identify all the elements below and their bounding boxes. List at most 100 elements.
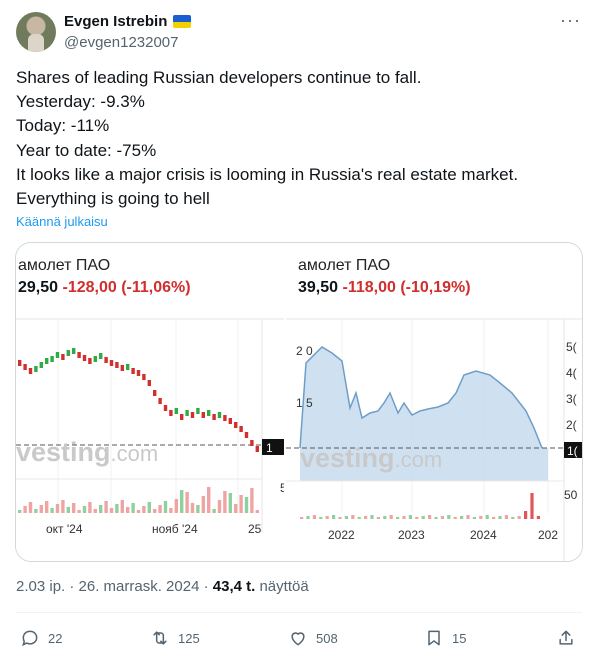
tweet-timestamp[interactable]: 2.03 ip. · 26. marrask. 2024 · xyxy=(16,578,209,595)
volume-bar xyxy=(351,515,355,519)
volume-bar xyxy=(472,517,476,519)
heart-icon xyxy=(291,632,305,646)
volume-bar xyxy=(312,515,316,519)
volume-bar xyxy=(383,516,387,519)
volume-bar xyxy=(180,490,184,513)
bookmark-button[interactable]: 15 xyxy=(424,622,466,654)
candle xyxy=(136,370,141,376)
author-name[interactable]: Evgen Istrebin xyxy=(64,13,192,30)
volume-bar xyxy=(536,516,540,519)
tweet-line: Everything is going to hell xyxy=(16,189,210,209)
volume-bar xyxy=(239,495,243,513)
like-button[interactable]: 508 xyxy=(288,622,338,654)
volume-bar xyxy=(524,511,528,519)
volume-bar xyxy=(306,516,310,519)
volume-bar xyxy=(72,503,76,513)
candle xyxy=(255,446,259,452)
tweet-line: Year to date: -75% xyxy=(16,140,157,160)
candle xyxy=(180,414,184,420)
axis-label: 2 0 xyxy=(296,344,313,358)
x-tick-label: 2022 xyxy=(328,528,355,542)
candle xyxy=(99,353,103,359)
axis-label: 5( xyxy=(566,340,577,354)
volume-bar xyxy=(34,509,38,513)
candle xyxy=(228,418,232,424)
share-button[interactable] xyxy=(556,622,576,654)
volume-bar xyxy=(212,509,216,513)
candle xyxy=(163,405,168,411)
volume-bar xyxy=(126,507,130,513)
volume-bar xyxy=(466,515,470,519)
volume-bar xyxy=(234,504,238,513)
volume-bar xyxy=(120,500,124,513)
view-count: 43,4 t. xyxy=(212,578,256,595)
volume-bar xyxy=(364,516,368,519)
share-icon xyxy=(559,630,573,645)
volume-bar xyxy=(250,488,254,513)
candle xyxy=(190,412,195,418)
tweet-line: Yesterday: -9.3% xyxy=(16,92,145,112)
candle xyxy=(201,412,205,418)
tweet-line: It looks like a major crisis is looming … xyxy=(16,164,519,184)
volume-bar xyxy=(55,504,60,513)
candle xyxy=(153,390,157,396)
chart-image-left[interactable]: амолет ПАО 29,50 -128,00 (-11,06%) 1 5 о… xyxy=(16,243,284,561)
repost-button[interactable]: 125 xyxy=(150,622,200,654)
candle xyxy=(250,440,254,446)
candle xyxy=(126,364,130,370)
volume-bar xyxy=(196,505,200,513)
candle xyxy=(223,415,227,421)
candle xyxy=(18,360,22,366)
reply-button[interactable]: 22 xyxy=(20,622,62,654)
author-handle[interactable]: @evgen1232007 xyxy=(64,34,179,51)
author-name-text[interactable]: Evgen Istrebin xyxy=(64,13,167,30)
candle xyxy=(120,365,124,371)
candle xyxy=(61,354,65,360)
candle xyxy=(72,348,76,354)
tweet-line: Today: -11% xyxy=(16,116,110,136)
volume-bar xyxy=(492,517,496,519)
translate-link[interactable]: Käännä julkaisu xyxy=(16,214,108,229)
avatar[interactable] xyxy=(16,12,56,52)
volume-bar xyxy=(153,509,157,513)
volume-bar xyxy=(39,505,43,513)
volume-bar xyxy=(77,510,81,513)
tweet-meta: 2.03 ip. · 26. marrask. 2024 · 43,4 t. n… xyxy=(16,578,309,595)
candle xyxy=(104,357,108,363)
candle xyxy=(169,410,173,416)
volume-bar xyxy=(421,516,425,519)
candle xyxy=(77,352,81,358)
volume-bar xyxy=(45,501,49,513)
media-container[interactable]: амолет ПАО 29,50 -128,00 (-11,06%) 1 5 о… xyxy=(15,242,583,562)
volume-bar xyxy=(66,507,70,513)
volume-bar xyxy=(357,517,361,519)
divider xyxy=(16,612,582,613)
x-tick-label: окт '24 xyxy=(46,522,83,536)
candle xyxy=(131,368,135,374)
candlestick-chart: 1 5 окт '24 нояб '24 25 vesting.com xyxy=(16,318,284,536)
more-options-icon[interactable]: ··· xyxy=(560,10,581,31)
volume-bar xyxy=(23,506,27,513)
bookmark-icon xyxy=(428,630,440,646)
candle xyxy=(88,358,92,364)
volume-bar xyxy=(115,504,119,513)
volume-bar xyxy=(255,510,259,513)
candle xyxy=(142,374,146,380)
volume-bar xyxy=(485,515,489,519)
candle xyxy=(239,426,243,432)
volume-bar xyxy=(408,515,412,519)
volume-bar xyxy=(207,487,211,513)
candle xyxy=(34,366,38,372)
chart-image-right[interactable]: амолет ПАО 39,50 -118,00 (-10,19%) 2 0 1… xyxy=(286,243,582,561)
candle xyxy=(158,398,162,404)
volume-bar xyxy=(338,517,342,519)
volume-bar xyxy=(228,493,232,513)
candle xyxy=(82,355,87,361)
volume-bar xyxy=(50,508,54,513)
candle xyxy=(66,350,70,356)
volume-bar xyxy=(428,515,432,519)
view-count-label: näyttöä xyxy=(259,578,309,595)
x-tick-label: нояб '24 xyxy=(152,522,198,536)
repost-icon xyxy=(153,631,167,645)
candle xyxy=(207,410,211,416)
